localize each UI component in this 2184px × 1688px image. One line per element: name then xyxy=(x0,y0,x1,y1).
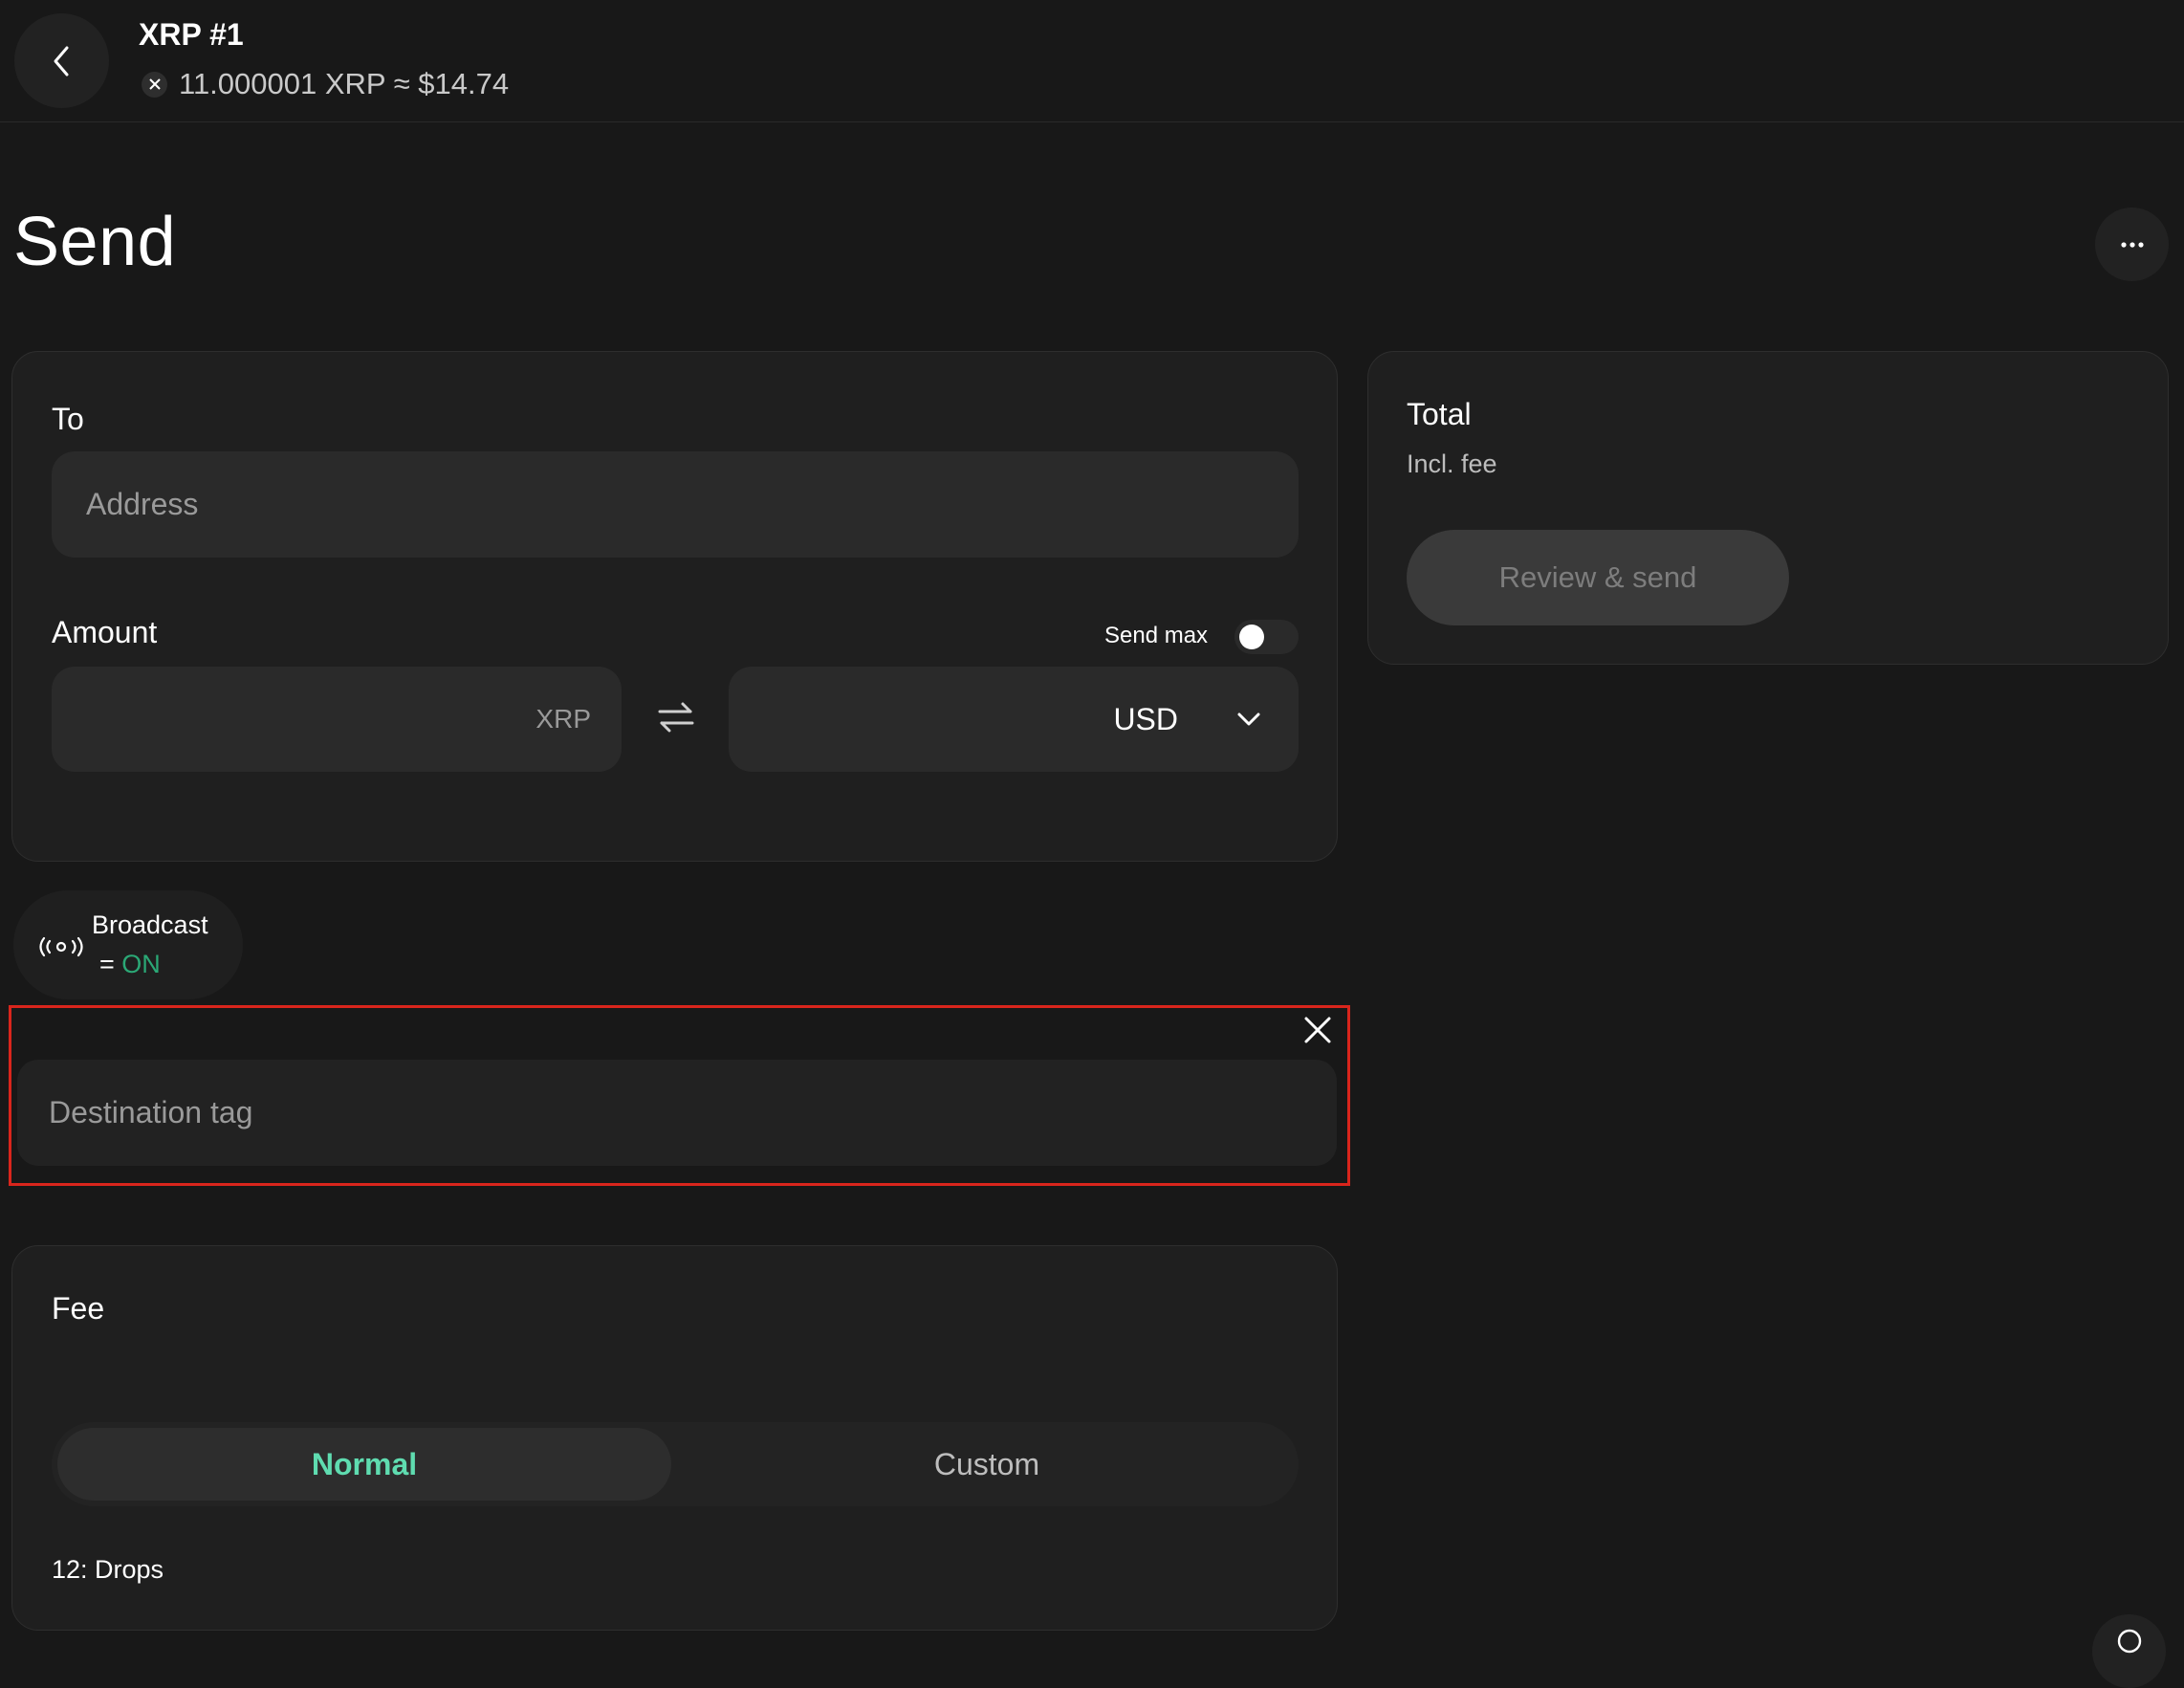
address-placeholder: Address xyxy=(86,487,199,521)
fee-option-custom[interactable]: Custom xyxy=(681,1428,1293,1501)
broadcast-status: = ON xyxy=(99,950,161,979)
fee-option-normal[interactable]: Normal xyxy=(57,1428,671,1501)
balance-text: 11.000001 XRP ≈ $14.74 xyxy=(179,67,510,100)
help-button[interactable] xyxy=(2092,1614,2166,1688)
fee-label: Fee xyxy=(52,1291,105,1326)
crypto-unit: XRP xyxy=(535,704,591,734)
more-options-button[interactable] xyxy=(2095,208,2169,281)
amount-label: Amount xyxy=(52,615,158,649)
broadcast-icon xyxy=(39,936,83,957)
send-max-toggle[interactable] xyxy=(1234,620,1299,654)
xrp-icon xyxy=(142,71,167,98)
account-balance: 11.000001 XRP ≈ $14.74 xyxy=(142,67,509,101)
fee-info: 12: Drops xyxy=(52,1555,164,1584)
help-icon xyxy=(2117,1629,2141,1654)
top-bar xyxy=(0,0,2184,122)
chevron-left-icon xyxy=(54,46,68,76)
broadcast-title: Broadcast xyxy=(92,910,208,939)
page-title: Send xyxy=(13,204,177,280)
to-label: To xyxy=(52,402,84,436)
broadcast-on-value: ON xyxy=(121,950,161,978)
fiat-amount-input[interactable]: USD xyxy=(729,667,1299,772)
toggle-knob xyxy=(1239,625,1264,649)
more-horizontal-icon xyxy=(2120,241,2144,248)
incl-fee-label: Incl. fee xyxy=(1407,449,1497,478)
destination-tag-input[interactable]: Destination tag xyxy=(17,1060,1337,1166)
review-send-button[interactable]: Review & send xyxy=(1407,530,1789,625)
address-input[interactable]: Address xyxy=(52,451,1299,558)
send-form-card xyxy=(11,351,1338,862)
chevron-down-icon[interactable] xyxy=(1235,711,1262,728)
crypto-amount-input[interactable]: XRP xyxy=(52,667,622,772)
swap-icon[interactable] xyxy=(654,698,698,736)
total-label: Total xyxy=(1407,397,1472,431)
close-icon[interactable] xyxy=(1300,1013,1335,1047)
account-name: XRP #1 xyxy=(139,17,244,52)
send-max-label: Send max xyxy=(1104,623,1209,648)
destination-tag-placeholder: Destination tag xyxy=(49,1095,253,1129)
broadcast-prefix: = xyxy=(99,950,122,978)
fiat-currency: USD xyxy=(1113,701,1178,736)
back-button[interactable] xyxy=(14,13,109,108)
